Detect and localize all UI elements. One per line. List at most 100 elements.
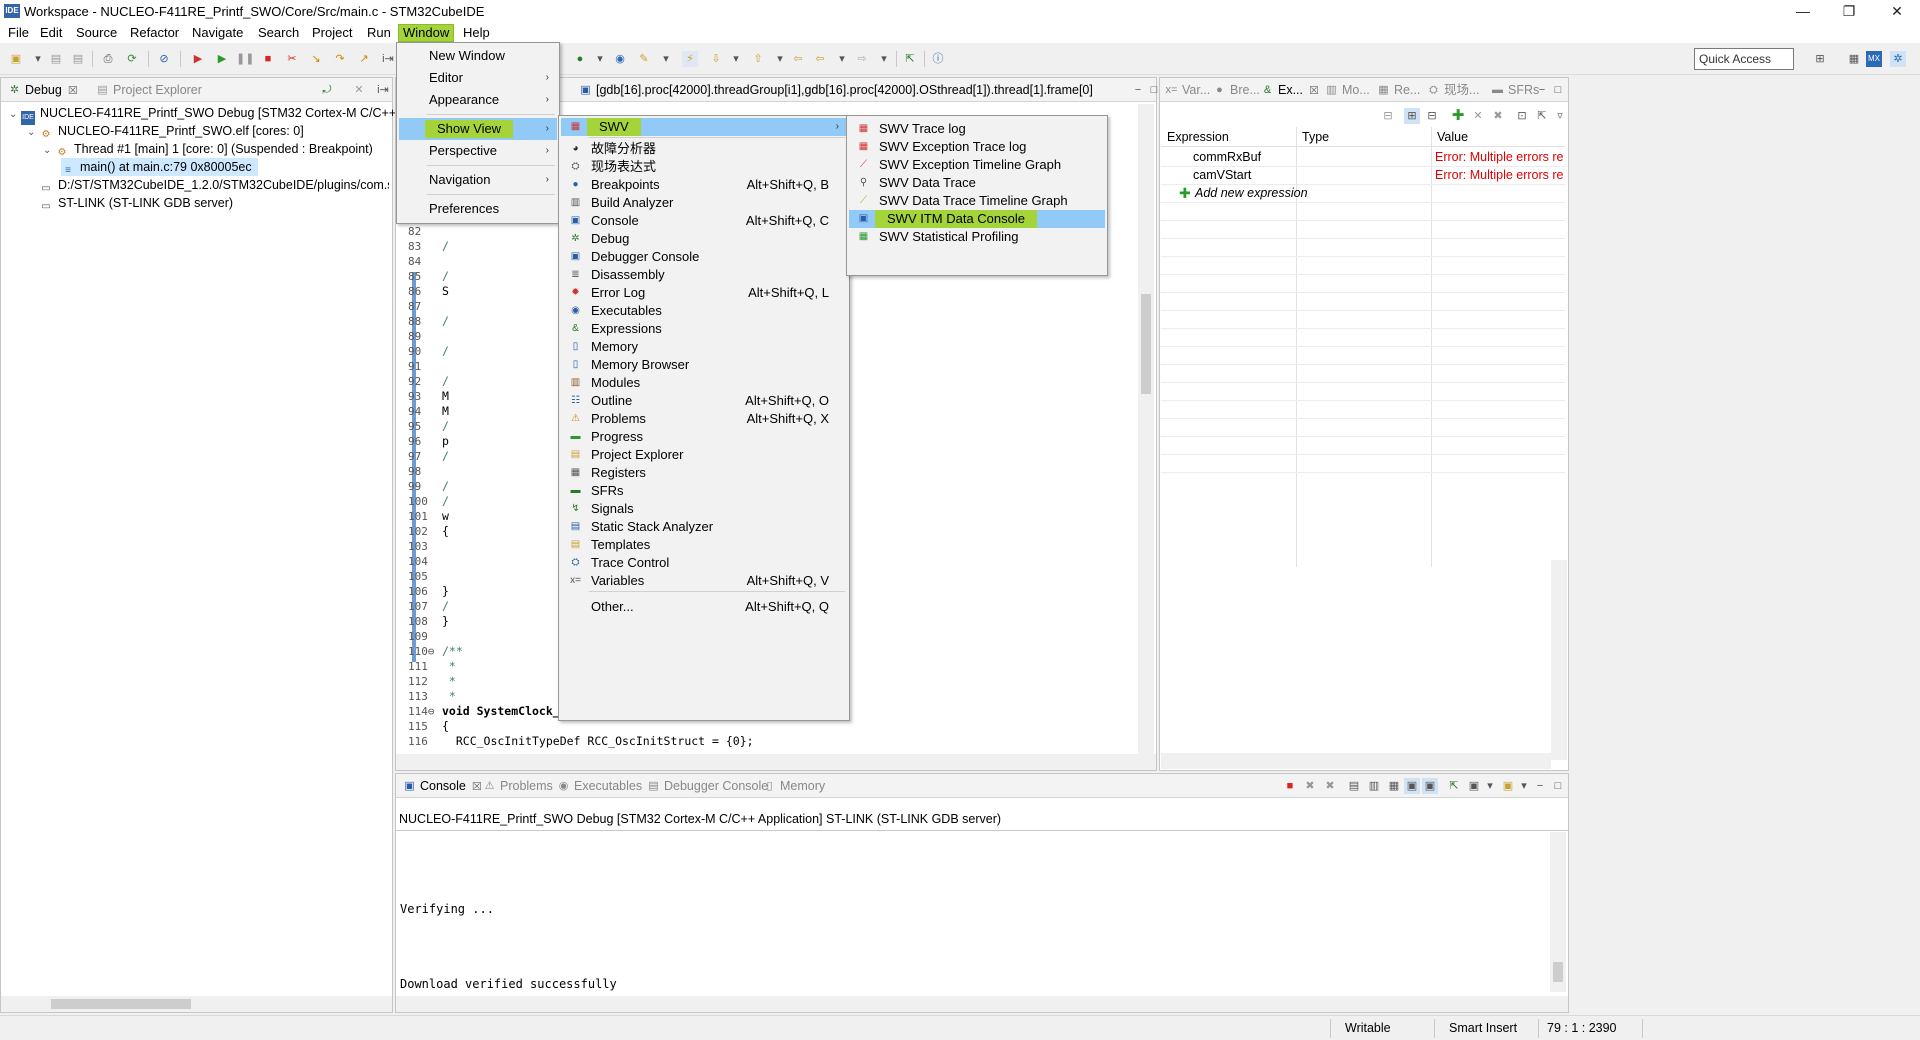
open-console-icon[interactable]: ▣ bbox=[1500, 778, 1516, 794]
show-view-item-executables[interactable]: ◉ Executables bbox=[561, 302, 847, 320]
forward-icon[interactable]: ⇨ bbox=[854, 51, 870, 67]
tree-item-stlink-process[interactable]: ▭ ST-LINK (ST-LINK GDB server) bbox=[39, 194, 233, 212]
remove-icon[interactable]: ✕ bbox=[1470, 108, 1486, 124]
tab-expressions[interactable]: & Ex... ☒ bbox=[1258, 81, 1319, 101]
show-view-item-modules[interactable]: ▥ Modules bbox=[561, 374, 847, 392]
menu-search[interactable]: Search bbox=[254, 24, 303, 42]
menu-file[interactable]: File bbox=[4, 24, 33, 42]
console-horizontal-scrollbar[interactable] bbox=[396, 996, 1568, 1012]
menu-item-editor[interactable]: Editor › bbox=[399, 67, 557, 89]
minimize-view-icon[interactable]: − bbox=[1532, 778, 1548, 794]
column-value[interactable]: Value bbox=[1437, 130, 1468, 144]
swv-item-timeline-graph[interactable]: ⟋ SWV Exception Timeline Graph bbox=[849, 156, 1105, 174]
tab-debugger-console[interactable]: ▤ Debugger Console bbox=[644, 777, 768, 797]
quick-access-input[interactable]: Quick Access bbox=[1694, 48, 1794, 70]
remove-all-icon[interactable]: ✖ bbox=[1490, 108, 1506, 124]
show-view-item-variables[interactable]: x= Variables Alt+Shift+Q, V bbox=[561, 572, 847, 590]
info-icon[interactable]: ⓘ bbox=[930, 51, 946, 67]
show-view-item-other[interactable]: Other... Alt+Shift+Q, Q bbox=[561, 594, 847, 620]
show-logical-icon[interactable]: ⊞ bbox=[1404, 108, 1420, 124]
reset-icon[interactable]: ▶ bbox=[190, 51, 206, 67]
menu-item-perspective[interactable]: Perspective › bbox=[399, 140, 557, 162]
menu-item-appearance[interactable]: Appearance › bbox=[399, 89, 557, 111]
instruction-step-icon[interactable]: i⇥ bbox=[380, 51, 396, 67]
dropdown-icon[interactable]: ▾ bbox=[592, 51, 608, 67]
show-view-item-live-expressions[interactable]: ⛭ 现场表达式 bbox=[561, 158, 847, 176]
pin-editor-icon[interactable]: ⇱ bbox=[902, 51, 918, 67]
console-vertical-scrollbar[interactable] bbox=[1550, 832, 1566, 992]
add-expression-row[interactable]: ✚ Add new expression bbox=[1161, 184, 1565, 202]
dropdown-icon[interactable]: ▾ bbox=[728, 51, 744, 67]
show-view-item-debug[interactable]: ✲ Debug bbox=[561, 230, 847, 248]
pin-icon[interactable]: ⇱ bbox=[1534, 108, 1550, 124]
step-into-icon[interactable]: ↘ bbox=[308, 51, 324, 67]
view-menu-icon[interactable]: ▿ bbox=[1552, 108, 1568, 124]
pin-console-icon[interactable]: ⇱ bbox=[1446, 778, 1462, 794]
menu-item-preferences[interactable]: Preferences bbox=[399, 198, 557, 220]
collapse-icon[interactable]: ✕ bbox=[351, 82, 367, 98]
debug-perspective-icon[interactable]: ✲ bbox=[1890, 51, 1906, 67]
show-view-item-sfrs[interactable]: ▬ SFRs bbox=[561, 482, 847, 500]
step-over-icon[interactable]: ↷ bbox=[332, 51, 348, 67]
show-view-item-debugger-console[interactable]: ▣ Debugger Console bbox=[561, 248, 847, 266]
swv-item-data-trace[interactable]: ⚲ SWV Data Trace bbox=[849, 174, 1105, 192]
build-icon[interactable]: ⟳ bbox=[124, 51, 140, 67]
clear-console-icon[interactable]: ▤ bbox=[1346, 778, 1362, 794]
tab-problems[interactable]: ⚠ Problems bbox=[480, 777, 553, 797]
mx-perspective-icon[interactable]: MX bbox=[1866, 51, 1882, 67]
editor-horizontal-scrollbar[interactable] bbox=[396, 754, 1156, 770]
tree-item-elf[interactable]: ⌄ ⚙ NUCLEO-F411RE_Printf_SWO.elf [cores: 0… bbox=[27, 122, 304, 140]
show-view-item-static-stack-analyzer[interactable]: ▤ Static Stack Analyzer bbox=[561, 518, 847, 536]
tree-item-stack-frame[interactable]: ≡ main() at main.c:79 0x80005ec bbox=[61, 158, 258, 176]
menu-help[interactable]: Help bbox=[459, 24, 494, 42]
show-view-item-disassembly[interactable]: ≣ Disassembly bbox=[561, 266, 847, 284]
column-expression[interactable]: Expression bbox=[1167, 130, 1229, 144]
tab-executables[interactable]: ◉ Executables bbox=[554, 777, 642, 797]
search-icon[interactable]: ✎ bbox=[636, 51, 652, 67]
menu-project[interactable]: Project bbox=[308, 24, 356, 42]
menu-window[interactable]: Window bbox=[398, 24, 455, 42]
show-view-item-signals[interactable]: ↯ Signals bbox=[561, 500, 847, 518]
show-view-item-outline[interactable]: ☷ Outline Alt+Shift+Q, O bbox=[561, 392, 847, 410]
show-type-names-icon[interactable]: ⊟ bbox=[1380, 108, 1396, 124]
dropdown-icon[interactable]: ▾ bbox=[30, 51, 46, 67]
menu-run[interactable]: Run bbox=[363, 24, 395, 42]
show-view-item-memory[interactable]: ▯ Memory bbox=[561, 338, 847, 356]
minimize-button[interactable]: — bbox=[1780, 0, 1826, 23]
scroll-lock-icon[interactable]: ▥ bbox=[1366, 778, 1382, 794]
show-on-error-icon[interactable]: ▣ bbox=[1422, 778, 1438, 794]
menu-item-show-view[interactable]: Show View › bbox=[399, 118, 557, 140]
collapse-all-icon[interactable]: ⊟ bbox=[1424, 108, 1440, 124]
next-annotation-icon[interactable]: ⇩ bbox=[708, 51, 724, 67]
new-view-icon[interactable]: ⊡ bbox=[1514, 108, 1530, 124]
menu-source[interactable]: Source bbox=[72, 24, 121, 42]
cc-perspective-icon[interactable]: ▦ bbox=[1846, 51, 1862, 67]
tab-live-expressions[interactable]: ⛭ 现场... bbox=[1424, 81, 1479, 101]
swv-item-trace-log[interactable]: ▦ SWV Trace log bbox=[849, 120, 1105, 138]
print-icon[interactable]: ⎙ bbox=[100, 51, 116, 67]
expressions-horizontal-scrollbar[interactable] bbox=[1161, 753, 1551, 769]
tab-sfrs[interactable]: ▬ SFRs bbox=[1488, 81, 1539, 101]
minimize-view-icon[interactable]: − bbox=[1534, 82, 1550, 98]
swv-item-data-timeline[interactable]: ⟋ SWV Data Trace Timeline Graph bbox=[849, 192, 1105, 210]
close-button[interactable]: ✕ bbox=[1874, 0, 1920, 23]
maximize-view-icon[interactable]: □ bbox=[1550, 778, 1566, 794]
dropdown-icon[interactable]: ▾ bbox=[1516, 778, 1532, 794]
new-icon[interactable]: ▣ bbox=[8, 51, 24, 67]
tab-memory[interactable]: ▯ Memory bbox=[760, 777, 825, 797]
debug-horizontal-scrollbar[interactable] bbox=[1, 996, 392, 1012]
editor-vertical-scrollbar[interactable] bbox=[1138, 104, 1154, 754]
remove-launch-icon[interactable]: ✖ bbox=[1302, 778, 1318, 794]
show-view-item-error-log[interactable]: ✹ Error Log Alt+Shift+Q, L bbox=[561, 284, 847, 302]
dropdown-icon[interactable]: ▾ bbox=[772, 51, 788, 67]
table-row[interactable]: camVStart Error: Multiple errors reporte… bbox=[1161, 166, 1565, 184]
open-type-icon[interactable]: ◉ bbox=[612, 51, 628, 67]
tab-modules[interactable]: ▥ Mo... bbox=[1322, 81, 1370, 101]
tree-item-thread[interactable]: ⌄ ⚙ Thread #1 [main] 1 [core: 0] (Suspende… bbox=[43, 140, 373, 158]
menu-item-new-window[interactable]: New Window bbox=[399, 45, 557, 67]
tab-registers[interactable]: ▦ Re... bbox=[1374, 81, 1420, 101]
tab-variables[interactable]: x= Var... bbox=[1162, 81, 1211, 101]
mark-occurrences-icon[interactable]: ⚡ bbox=[682, 51, 698, 67]
tab-project-explorer[interactable]: ▤ Project Explorer bbox=[93, 81, 202, 101]
table-row[interactable]: commRxBuf Error: Multiple errors reporte… bbox=[1161, 148, 1565, 166]
